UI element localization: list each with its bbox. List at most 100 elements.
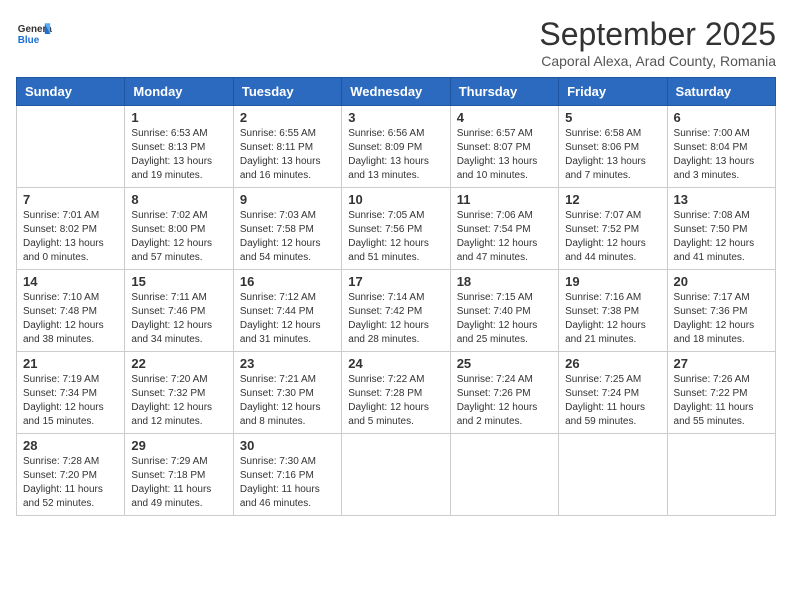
calendar-cell: 14Sunrise: 7:10 AMSunset: 7:48 PMDayligh… <box>17 270 125 352</box>
day-info: Sunrise: 7:16 AMSunset: 7:38 PMDaylight:… <box>565 291 660 347</box>
logo-icon: General Blue <box>16 16 52 52</box>
day-info: Sunrise: 7:01 AMSunset: 8:02 PMDaylight:… <box>23 209 118 265</box>
weekday-header: Thursday <box>450 78 558 106</box>
title-block: September 2025 Caporal Alexa, Arad Count… <box>539 16 776 69</box>
calendar-cell <box>450 434 558 516</box>
day-number: 7 <box>23 192 118 207</box>
day-number: 2 <box>240 110 335 125</box>
day-info: Sunrise: 7:30 AMSunset: 7:16 PMDaylight:… <box>240 455 335 511</box>
day-number: 1 <box>131 110 226 125</box>
day-info: Sunrise: 6:55 AMSunset: 8:11 PMDaylight:… <box>240 127 335 183</box>
calendar-cell: 10 Sunrise: 7:05 AMSunset: 7:56 PMDayligh… <box>342 188 450 270</box>
day-number: 17 <box>348 274 443 289</box>
day-number: 21 <box>23 356 118 371</box>
day-number: 3 <box>348 110 443 125</box>
calendar-cell: 30 Sunrise: 7:30 AMSunset: 7:16 PMDayligh… <box>233 434 341 516</box>
calendar-cell: 12 Sunrise: 7:07 AMSunset: 7:52 PMDayligh… <box>559 188 667 270</box>
calendar-cell <box>667 434 775 516</box>
day-number: 25 <box>457 356 552 371</box>
day-info: Sunrise: 6:58 AMSunset: 8:06 PMDaylight:… <box>565 127 660 183</box>
day-info: Sunrise: 7:29 AMSunset: 7:18 PMDaylight:… <box>131 455 226 511</box>
day-number: 29 <box>131 438 226 453</box>
calendar-cell: 20Sunrise: 7:17 AMSunset: 7:36 PMDayligh… <box>667 270 775 352</box>
calendar-cell <box>17 106 125 188</box>
day-number: 19 <box>565 274 660 289</box>
calendar-cell: 8Sunrise: 7:02 AMSunset: 8:00 PMDaylight… <box>125 188 233 270</box>
calendar-cell: 1 Sunrise: 6:53 AMSunset: 8:13 PMDaylight… <box>125 106 233 188</box>
calendar-cell: 28 Sunrise: 7:28 AMSunset: 7:20 PMDayligh… <box>17 434 125 516</box>
calendar-cell: 11Sunrise: 7:06 AMSunset: 7:54 PMDayligh… <box>450 188 558 270</box>
calendar-cell <box>559 434 667 516</box>
calendar-week: 14Sunrise: 7:10 AMSunset: 7:48 PMDayligh… <box>17 270 776 352</box>
calendar-cell: 22 Sunrise: 7:20 AMSunset: 7:32 PMDayligh… <box>125 352 233 434</box>
day-info: Sunrise: 7:11 AMSunset: 7:46 PMDaylight:… <box>131 291 226 347</box>
calendar-week: 28 Sunrise: 7:28 AMSunset: 7:20 PMDayligh… <box>17 434 776 516</box>
calendar-cell: 24 Sunrise: 7:22 AMSunset: 7:28 PMDayligh… <box>342 352 450 434</box>
day-number: 13 <box>674 192 769 207</box>
day-info: Sunrise: 7:03 AMSunset: 7:58 PMDaylight:… <box>240 209 335 265</box>
day-number: 22 <box>131 356 226 371</box>
day-info: Sunrise: 6:53 AMSunset: 8:13 PMDaylight:… <box>131 127 226 183</box>
calendar-cell: 29 Sunrise: 7:29 AMSunset: 7:18 PMDayligh… <box>125 434 233 516</box>
day-info: Sunrise: 7:08 AMSunset: 7:50 PMDaylight:… <box>674 209 769 265</box>
calendar-body: 1 Sunrise: 6:53 AMSunset: 8:13 PMDaylight… <box>17 106 776 516</box>
calendar-cell: 2 Sunrise: 6:55 AMSunset: 8:11 PMDaylight… <box>233 106 341 188</box>
weekday-header: Wednesday <box>342 78 450 106</box>
day-number: 15 <box>131 274 226 289</box>
day-info: Sunrise: 7:26 AMSunset: 7:22 PMDaylight:… <box>674 373 769 429</box>
day-number: 28 <box>23 438 118 453</box>
day-number: 14 <box>23 274 118 289</box>
day-info: Sunrise: 6:57 AMSunset: 8:07 PMDaylight:… <box>457 127 552 183</box>
day-number: 16 <box>240 274 335 289</box>
calendar-cell: 7 Sunrise: 7:01 AMSunset: 8:02 PMDaylight… <box>17 188 125 270</box>
day-number: 26 <box>565 356 660 371</box>
calendar-week: 7 Sunrise: 7:01 AMSunset: 8:02 PMDaylight… <box>17 188 776 270</box>
day-number: 23 <box>240 356 335 371</box>
day-info: Sunrise: 7:21 AMSunset: 7:30 PMDaylight:… <box>240 373 335 429</box>
day-info: Sunrise: 7:00 AMSunset: 8:04 PMDaylight:… <box>674 127 769 183</box>
day-info: Sunrise: 7:22 AMSunset: 7:28 PMDaylight:… <box>348 373 443 429</box>
day-number: 6 <box>674 110 769 125</box>
day-number: 4 <box>457 110 552 125</box>
day-number: 27 <box>674 356 769 371</box>
calendar-cell: 19 Sunrise: 7:16 AMSunset: 7:38 PMDayligh… <box>559 270 667 352</box>
svg-text:Blue: Blue <box>18 35 40 46</box>
calendar: SundayMondayTuesdayWednesdayThursdayFrid… <box>16 77 776 516</box>
calendar-cell: 18 Sunrise: 7:15 AMSunset: 7:40 PMDayligh… <box>450 270 558 352</box>
day-info: Sunrise: 7:28 AMSunset: 7:20 PMDaylight:… <box>23 455 118 511</box>
weekday-row: SundayMondayTuesdayWednesdayThursdayFrid… <box>17 78 776 106</box>
day-number: 9 <box>240 192 335 207</box>
page-header: General Blue September 2025 Caporal Alex… <box>16 16 776 69</box>
calendar-cell: 6 Sunrise: 7:00 AMSunset: 8:04 PMDaylight… <box>667 106 775 188</box>
weekday-header: Sunday <box>17 78 125 106</box>
calendar-cell: 25Sunrise: 7:24 AMSunset: 7:26 PMDayligh… <box>450 352 558 434</box>
day-info: Sunrise: 7:05 AMSunset: 7:56 PMDaylight:… <box>348 209 443 265</box>
day-info: Sunrise: 7:20 AMSunset: 7:32 PMDaylight:… <box>131 373 226 429</box>
day-number: 18 <box>457 274 552 289</box>
day-info: Sunrise: 7:25 AMSunset: 7:24 PMDaylight:… <box>565 373 660 429</box>
day-info: Sunrise: 6:56 AMSunset: 8:09 PMDaylight:… <box>348 127 443 183</box>
day-number: 12 <box>565 192 660 207</box>
calendar-cell: 4 Sunrise: 6:57 AMSunset: 8:07 PMDaylight… <box>450 106 558 188</box>
day-number: 5 <box>565 110 660 125</box>
calendar-cell: 21 Sunrise: 7:19 AMSunset: 7:34 PMDayligh… <box>17 352 125 434</box>
day-number: 10 <box>348 192 443 207</box>
calendar-cell: 5 Sunrise: 6:58 AMSunset: 8:06 PMDaylight… <box>559 106 667 188</box>
calendar-cell: 13 Sunrise: 7:08 AMSunset: 7:50 PMDayligh… <box>667 188 775 270</box>
day-number: 24 <box>348 356 443 371</box>
day-info: Sunrise: 7:06 AMSunset: 7:54 PMDaylight:… <box>457 209 552 265</box>
weekday-header: Monday <box>125 78 233 106</box>
calendar-week: 21 Sunrise: 7:19 AMSunset: 7:34 PMDayligh… <box>17 352 776 434</box>
day-info: Sunrise: 7:07 AMSunset: 7:52 PMDaylight:… <box>565 209 660 265</box>
day-info: Sunrise: 7:19 AMSunset: 7:34 PMDaylight:… <box>23 373 118 429</box>
day-info: Sunrise: 7:14 AMSunset: 7:42 PMDaylight:… <box>348 291 443 347</box>
weekday-header: Saturday <box>667 78 775 106</box>
day-info: Sunrise: 7:02 AMSunset: 8:00 PMDaylight:… <box>131 209 226 265</box>
day-number: 30 <box>240 438 335 453</box>
logo: General Blue <box>16 16 52 52</box>
day-info: Sunrise: 7:15 AMSunset: 7:40 PMDaylight:… <box>457 291 552 347</box>
calendar-week: 1 Sunrise: 6:53 AMSunset: 8:13 PMDaylight… <box>17 106 776 188</box>
calendar-cell <box>342 434 450 516</box>
calendar-cell: 26 Sunrise: 7:25 AMSunset: 7:24 PMDayligh… <box>559 352 667 434</box>
calendar-cell: 16Sunrise: 7:12 AMSunset: 7:44 PMDayligh… <box>233 270 341 352</box>
